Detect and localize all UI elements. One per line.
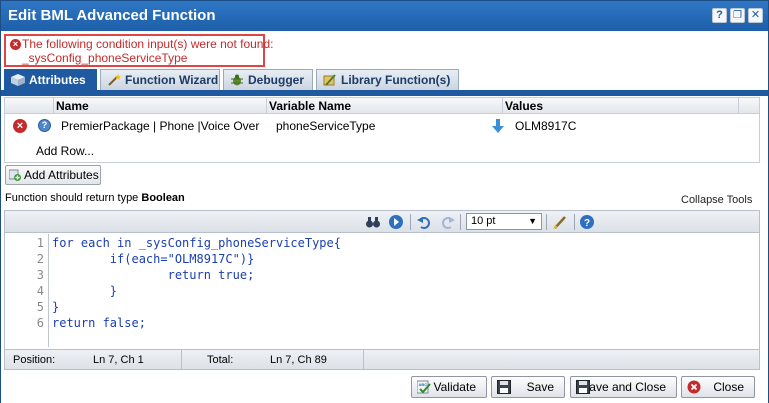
save-button[interactable]: Save xyxy=(491,376,565,398)
add-row-link[interactable]: Add Row... xyxy=(36,144,94,158)
error-message-box: × The following condition input(s) were … xyxy=(4,34,273,67)
table-row[interactable]: × ? PremierPackage | Phone |Voice Over I… xyxy=(5,115,759,137)
find-icon[interactable] xyxy=(365,214,381,230)
code-line: return false; xyxy=(52,316,146,330)
column-separator xyxy=(266,98,267,114)
dialog-title: Edit BML Advanced Function xyxy=(8,7,216,24)
position-label: Position: xyxy=(13,354,56,366)
save-and-close-button[interactable]: Save and Close xyxy=(570,376,677,398)
validate-button[interactable]: ABC Validate xyxy=(411,376,487,398)
svg-text:?: ? xyxy=(584,218,590,229)
total-label: Total: xyxy=(207,354,234,366)
error-message-line1: The following condition input(s) were no… xyxy=(22,37,274,51)
tab-library-functions[interactable]: Library Function(s) xyxy=(316,69,459,91)
tab-debugger-label: Debugger xyxy=(248,73,305,87)
return-type-prefix: Function should return type xyxy=(5,192,139,204)
column-header-values[interactable]: Values xyxy=(505,99,543,113)
return-type-value: Boolean xyxy=(141,192,185,204)
highlight-brush-icon[interactable] xyxy=(552,214,568,230)
save-label: Save xyxy=(526,380,554,394)
tab-attributes[interactable]: Attributes xyxy=(4,69,97,91)
line-number: 3 xyxy=(36,268,44,282)
help-icon[interactable]: ? xyxy=(712,8,727,23)
undo-icon[interactable] xyxy=(416,214,432,230)
add-attributes-label: Add Attributes xyxy=(24,168,99,182)
collapse-tools-link[interactable]: Collapse Tools xyxy=(681,194,752,206)
editor-toolbar: 10 pt ▼ ? xyxy=(5,211,759,233)
cell-variable-name: phoneServiceType xyxy=(276,119,376,133)
wand-icon xyxy=(108,74,121,86)
column-separator xyxy=(502,98,503,114)
line-number: 6 xyxy=(36,316,44,330)
validate-icon: ABC xyxy=(417,380,431,394)
tab-function-wizard[interactable]: Function Wizard xyxy=(100,69,220,91)
column-header-variable-name[interactable]: Variable Name xyxy=(269,99,351,113)
tab-library-functions-label: Library Function(s) xyxy=(341,73,451,87)
chevron-down-icon: ▼ xyxy=(528,216,537,226)
validate-label: Validate xyxy=(433,380,476,394)
redo-icon[interactable] xyxy=(440,214,456,230)
code-line: } xyxy=(52,300,60,314)
error-icon: × xyxy=(10,39,21,50)
line-number-gutter: 1 2 3 4 5 6 xyxy=(5,234,49,347)
close-button[interactable]: Close xyxy=(681,376,755,398)
line-number: 5 xyxy=(36,300,44,314)
code-line: return true; xyxy=(52,268,255,282)
code-line: } xyxy=(52,284,118,298)
status-separator xyxy=(181,350,182,370)
total-value: Ln 7, Ch 89 xyxy=(270,354,327,366)
tab-function-wizard-label: Function Wizard xyxy=(125,73,219,87)
column-separator xyxy=(53,98,54,114)
edit-bml-dialog: Edit BML Advanced Function ? ❐ ✕ × The f… xyxy=(0,0,769,403)
add-attributes-icon xyxy=(9,169,21,181)
cell-value: OLM8917C xyxy=(515,119,577,133)
line-number: 2 xyxy=(36,252,44,266)
dialog-footer: ABC Validate Save Save and Close Close xyxy=(1,373,768,403)
font-size-value: 10 pt xyxy=(471,215,496,227)
toolbar-separator xyxy=(546,214,547,230)
toolbar-separator xyxy=(410,214,411,230)
position-value: Ln 7, Ch 1 xyxy=(93,354,144,366)
tab-debugger[interactable]: Debugger xyxy=(223,69,313,91)
code-line: if(each="OLM8917C")} xyxy=(52,252,255,266)
library-icon xyxy=(323,74,336,86)
editor-status-bar: Position: Ln 7, Ch 1 Total: Ln 7, Ch 89 xyxy=(5,349,759,370)
error-message-line2: _sysConfig_phoneServiceType xyxy=(22,51,188,65)
close-label: Close xyxy=(713,380,744,394)
status-separator xyxy=(363,350,364,370)
grid-header: Name Variable Name Values xyxy=(5,98,759,114)
line-number: 1 xyxy=(36,236,44,250)
column-separator xyxy=(738,98,739,114)
svg-text:ABC: ABC xyxy=(419,382,428,387)
code-editor: 10 pt ▼ ? 1 2 3 4 5 6 for each in _sysCo… xyxy=(4,210,760,370)
save-icon xyxy=(497,380,511,394)
code-line: for each in _sysConfig_phoneServiceType{ xyxy=(52,236,341,250)
return-type-text: Function should return type Boolean xyxy=(5,192,185,204)
close-circle-icon xyxy=(687,380,701,394)
line-number: 4 xyxy=(36,284,44,298)
bug-icon xyxy=(231,74,243,86)
arrow-down-icon[interactable] xyxy=(492,118,504,134)
close-icon[interactable]: ✕ xyxy=(748,8,763,23)
tab-attributes-label: Attributes xyxy=(29,73,86,87)
restore-icon[interactable]: ❐ xyxy=(730,8,745,23)
title-bar[interactable]: Edit BML Advanced Function ? ❐ ✕ xyxy=(1,1,768,31)
goto-line-icon[interactable] xyxy=(388,214,404,230)
cell-attribute-name: PremierPackage | Phone |Voice Over I... xyxy=(61,119,263,133)
toolbar-separator xyxy=(460,214,461,230)
tab-underline xyxy=(1,90,768,96)
toolbar-separator xyxy=(574,214,575,230)
delete-row-icon[interactable]: × xyxy=(13,119,27,133)
column-header-name[interactable]: Name xyxy=(56,99,89,113)
add-attributes-button[interactable]: Add Attributes xyxy=(5,165,101,185)
save-and-close-label: Save and Close xyxy=(581,380,666,394)
help-icon[interactable]: ? xyxy=(579,214,595,230)
code-text-area[interactable]: for each in _sysConfig_phoneServiceType{… xyxy=(50,234,759,347)
cube-icon xyxy=(11,74,25,86)
save-icon xyxy=(576,380,590,394)
font-size-select[interactable]: 10 pt ▼ xyxy=(466,213,542,230)
tab-bar: Attributes Function Wizard Debugger Libr… xyxy=(1,69,768,91)
info-icon[interactable]: ? xyxy=(38,119,51,132)
attributes-grid: Name Variable Name Values × ? PremierPac… xyxy=(4,97,760,163)
